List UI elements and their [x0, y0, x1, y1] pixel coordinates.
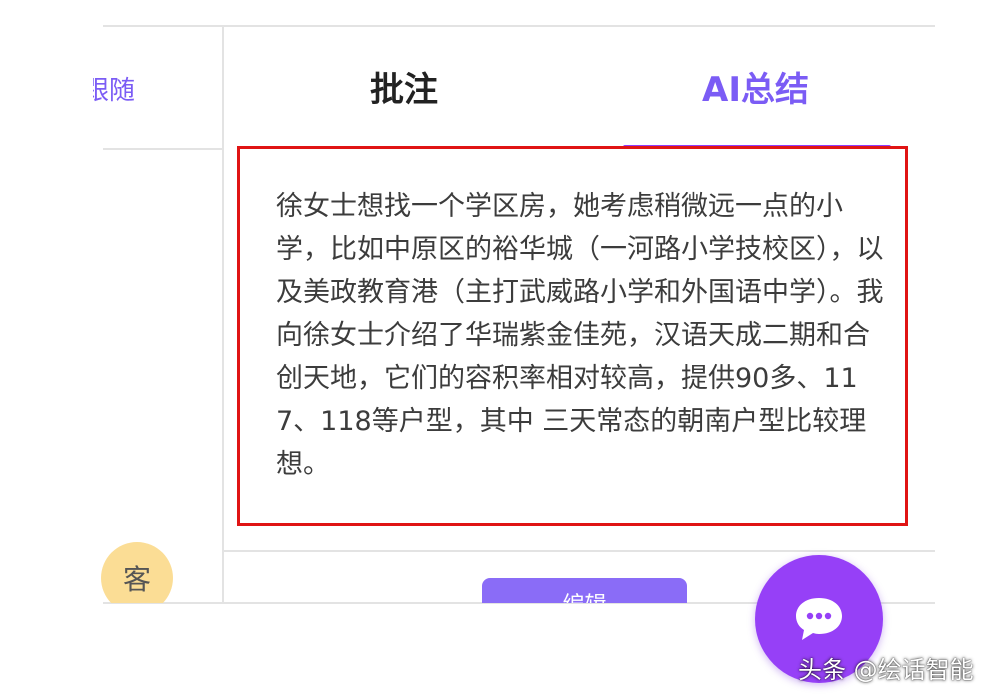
tab-annotation[interactable]: 批注	[370, 62, 438, 111]
edit-button[interactable]: 编辑	[482, 578, 687, 603]
watermark: 头条 @绘话智能	[798, 656, 974, 684]
ai-summary-highlight-box: 徐女士想找一个学区房，她考虑稍微远一点的小学，比如中原区的裕华城（一河路小学技校…	[237, 146, 908, 526]
tab-ai-summary[interactable]: AI总结	[702, 62, 809, 111]
chat-bubble-icon	[796, 598, 842, 640]
ai-summary-text: 徐女士想找一个学区房，她考虑稍微远一点的小学，比如中原区的裕华城（一河路小学技校…	[276, 191, 884, 480]
app-screen: 跟随 客 编辑 批注 AI总结 徐女士想找一个学区房，她考虑稍微远一点的小学，比…	[0, 0, 1006, 700]
avatar[interactable]: 客	[101, 542, 173, 603]
